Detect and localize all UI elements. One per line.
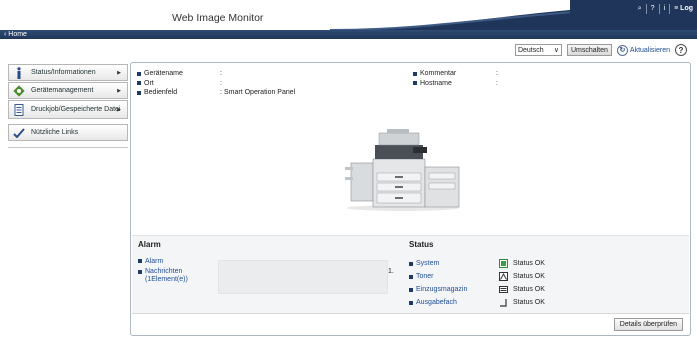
status-value: Status OK [513, 286, 545, 293]
help-button-icon[interactable]: ? [675, 44, 687, 56]
info-icon[interactable]: i [658, 3, 670, 14]
printer-image [345, 129, 460, 211]
search-icon[interactable]: ⌕ [634, 4, 646, 14]
bullet-icon [413, 71, 417, 76]
alarm-link[interactable]: Alarm [145, 257, 163, 266]
check-details-label: Details überprüfen [619, 321, 677, 328]
bullet-icon [409, 300, 413, 305]
list-item: Nachrichten (1Element(e)) [138, 268, 188, 284]
input-tray-icon [497, 285, 509, 295]
sidebar: Status/Informationen ▶ Gerätemanagement … [8, 64, 128, 148]
bullet-icon [409, 274, 413, 279]
bullet-icon [137, 71, 141, 76]
status-title: Status [409, 240, 434, 249]
info-row: Hostname: [413, 79, 500, 89]
panel-footer: Details überprüfen [132, 313, 689, 334]
chevron-right-icon: ▶ [117, 69, 121, 76]
status-row: System Status OK [409, 257, 545, 270]
status-input-tray-link[interactable]: Einzugsmagazin [416, 286, 467, 293]
refresh-button[interactable]: ↻ Aktualisieren [616, 44, 670, 56]
bullet-icon [137, 90, 141, 95]
sidebar-item-status-information[interactable]: Status/Informationen ▶ [8, 64, 128, 81]
language-value: Deutsch [517, 46, 544, 54]
sidebar-item-label: Nützliche Links [31, 128, 79, 136]
sidebar-divider [8, 147, 128, 148]
toner-icon [497, 272, 509, 282]
app-header: Web Image Monitor ⌕ ? i ≡ Log [0, 0, 697, 34]
info-key: Gerätename [144, 70, 183, 77]
home-link[interactable]: ‹ Home [4, 30, 27, 39]
message-index: 1. [388, 268, 394, 275]
bullet-icon [138, 270, 142, 274]
status-value: Status OK [513, 299, 545, 306]
sidebar-item-device-management[interactable]: Gerätemanagement ▶ [8, 82, 128, 99]
info-row: Kommentar: [413, 69, 500, 79]
status-list: System Status OK Toner Status OK Einzugs… [409, 257, 545, 309]
bullet-icon [137, 81, 141, 86]
info-row: Ort: [137, 79, 295, 89]
logout-link[interactable]: ≡ Log [669, 3, 697, 14]
switch-language-button[interactable]: Umschalten [566, 44, 612, 56]
device-management-icon [13, 84, 25, 97]
language-select[interactable]: Deutsch ∨ [514, 44, 562, 56]
sidebar-item-label: Status/Informationen [31, 68, 96, 76]
status-system-link[interactable]: System [416, 260, 439, 267]
bullet-icon [413, 81, 417, 86]
header-utility-icons: ⌕ ? i ≡ Log [634, 0, 697, 17]
messages-link-line2: (1Element(e)) [145, 276, 188, 283]
alarm-list: Alarm Nachrichten (1Element(e)) [138, 257, 188, 286]
breadcrumb-bar: ‹ Home [0, 30, 697, 39]
sidebar-item-print-jobs[interactable]: Druckjob/Gespeicherte Datei ▶ [8, 100, 128, 119]
app-title: Web Image Monitor [172, 12, 264, 24]
sidebar-item-label: Druckjob/Gespeicherte Datei [31, 105, 121, 113]
logout-label: Log [680, 4, 693, 12]
links-icon [13, 127, 25, 139]
home-label: Home [8, 31, 27, 38]
switch-label: Umschalten [570, 46, 608, 54]
sidebar-item-label: Gerätemanagement [31, 86, 94, 94]
status-output-tray-link[interactable]: Ausgabefach [416, 299, 457, 306]
alarm-title: Alarm [138, 240, 161, 249]
bullet-icon [138, 259, 142, 263]
info-key: Ort [144, 79, 154, 87]
status-row: Toner Status OK [409, 270, 545, 283]
status-panel: Gerätename: Ort: Bedienfeld: Smart Operat… [130, 62, 691, 336]
refresh-icon: ↻ [616, 44, 628, 56]
chevron-right-icon: ▶ [117, 106, 121, 113]
status-value: Status OK [513, 273, 545, 280]
chevron-down-icon: ∨ [553, 47, 559, 54]
messages-link-line1: Nachrichten [145, 268, 183, 275]
messages-link[interactable]: Nachrichten (1Element(e)) [145, 268, 188, 284]
help-icon[interactable]: ? [645, 3, 659, 14]
status-toner-link[interactable]: Toner [416, 273, 434, 280]
refresh-label: Aktualisieren [629, 46, 670, 54]
page-toolbar: Deutsch ∨ Umschalten ↻ Aktualisieren ? [514, 44, 687, 56]
status-value: Status OK [513, 260, 545, 267]
check-details-button[interactable]: Details überprüfen [613, 318, 683, 331]
info-key: Bedienfeld [144, 89, 178, 96]
device-info-left: Gerätename: Ort: Bedienfeld: Smart Operat… [137, 69, 295, 98]
status-row: Ausgabefach Status OK [409, 296, 545, 309]
output-tray-icon [497, 298, 509, 308]
info-key: Hostname [420, 79, 452, 87]
sidebar-item-useful-links[interactable]: Nützliche Links [8, 124, 128, 141]
info-value: Smart Operation Panel [224, 89, 296, 96]
bullet-icon [409, 261, 413, 266]
system-ok-icon [497, 259, 509, 269]
list-item: Alarm [138, 257, 188, 266]
alarm-status-section: Alarm Alarm Nachrichten (1Element(e)) 1.… [132, 235, 689, 315]
document-icon [13, 103, 25, 116]
device-info-right: Kommentar: Hostname: [413, 69, 500, 88]
message-box [218, 260, 388, 294]
info-key: Kommentar [420, 70, 457, 77]
bullet-icon [409, 287, 413, 292]
chevron-right-icon: ▶ [117, 87, 121, 94]
status-row: Einzugsmagazin Status OK [409, 283, 545, 296]
info-row: Bedienfeld: Smart Operation Panel [137, 88, 295, 98]
info-row: Gerätename: [137, 69, 295, 79]
info-icon [13, 66, 25, 79]
